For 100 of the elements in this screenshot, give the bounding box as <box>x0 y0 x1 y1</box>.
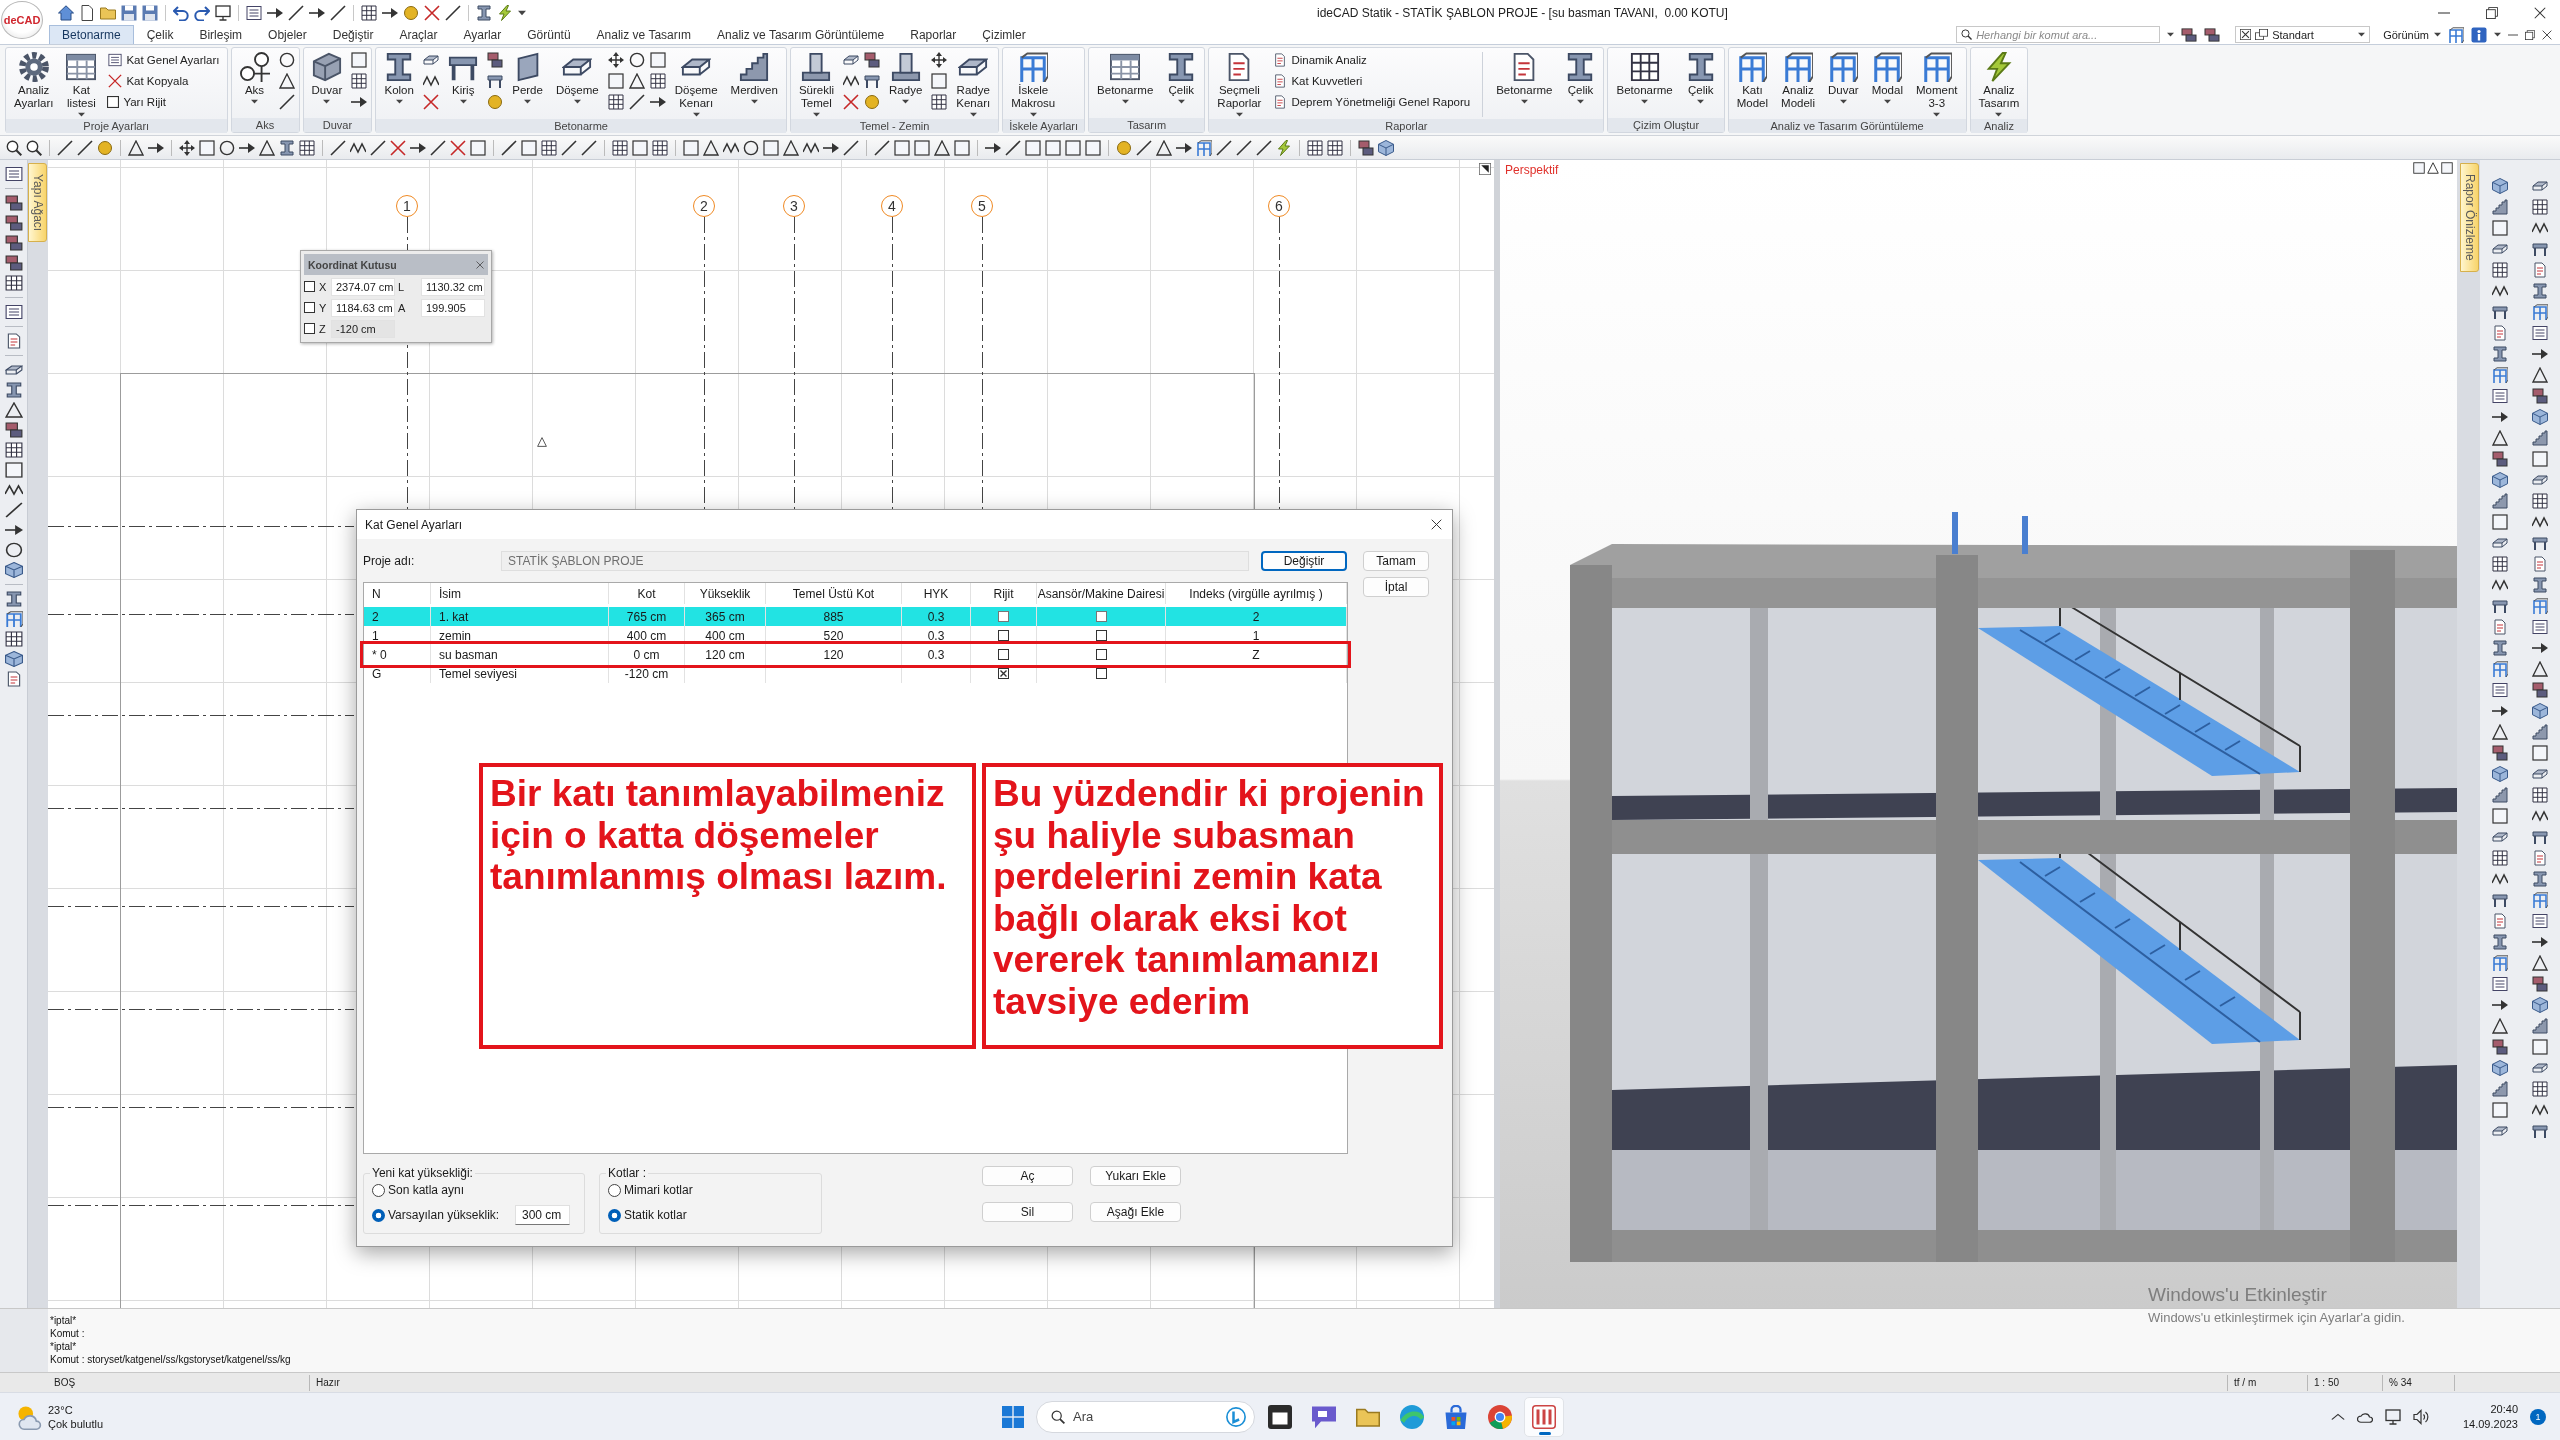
i-beam-icon[interactable] <box>4 591 23 607</box>
cube-icon[interactable] <box>1378 139 1394 156</box>
i-beam-icon[interactable] <box>2492 934 2508 950</box>
triangle-icon[interactable] <box>259 139 275 156</box>
cube-icon[interactable] <box>2492 178 2508 194</box>
beam-icon[interactable] <box>2532 829 2548 845</box>
side-tab[interactable]: Yapı Ağacı <box>28 163 47 243</box>
slab-icon[interactable] <box>4 362 23 378</box>
stacked-boxes-icon[interactable] <box>2204 27 2221 42</box>
grid-icon[interactable] <box>351 73 368 89</box>
grid-icon[interactable] <box>2492 262 2508 278</box>
list-icon[interactable] <box>4 304 23 320</box>
diagonal-line-icon[interactable] <box>330 4 346 21</box>
zigzag-icon[interactable] <box>2532 808 2548 824</box>
slab-icon[interactable] <box>843 52 860 68</box>
cube-icon[interactable] <box>2532 703 2548 719</box>
grid-icon[interactable] <box>4 275 23 291</box>
stacked-boxes-icon[interactable] <box>4 255 23 271</box>
house-icon[interactable] <box>58 4 74 21</box>
ribbon-button[interactable]: Radye <box>885 50 927 106</box>
ribbon-button[interactable]: Betonarme <box>1093 50 1158 106</box>
caret-icon[interactable] <box>2494 32 2501 37</box>
stairs-icon[interactable] <box>2492 199 2508 215</box>
document-icon[interactable] <box>2532 850 2548 866</box>
diagonal-line-icon[interactable] <box>874 139 890 156</box>
coordinate-field[interactable]: 2374.07 cm <box>331 277 395 296</box>
cross-icon[interactable] <box>424 4 440 21</box>
document-icon[interactable] <box>2492 913 2508 929</box>
monitor-icon[interactable] <box>2384 1408 2401 1425</box>
diagonal-line-icon[interactable] <box>288 4 304 21</box>
grid-icon[interactable] <box>2532 1081 2548 1097</box>
checkbox[interactable] <box>998 668 1009 679</box>
ribbon-button[interactable]: Katı Model <box>1732 50 1773 112</box>
close-icon[interactable] <box>1431 519 1442 530</box>
ribbon-button[interactable]: Duvar <box>307 50 347 106</box>
checkbox[interactable] <box>1095 611 1107 622</box>
magnifier-icon[interactable] <box>26 139 42 156</box>
square-icon[interactable] <box>954 139 970 156</box>
radio-button[interactable] <box>372 1208 385 1222</box>
coordinate-field[interactable]: 1130.32 cm <box>421 277 485 296</box>
stairs-icon[interactable] <box>2492 787 2508 803</box>
document-icon[interactable] <box>2532 556 2548 572</box>
stacked-boxes-icon[interactable] <box>4 195 23 211</box>
beam-icon[interactable] <box>2532 535 2548 551</box>
lightning-icon[interactable] <box>497 4 513 21</box>
circle-icon[interactable] <box>743 139 759 156</box>
circle-icon[interactable] <box>4 542 23 558</box>
frame-icon[interactable] <box>1196 139 1212 156</box>
option-label[interactable]: Varsayılan yükseklik: <box>388 1208 500 1222</box>
triangle-icon[interactable] <box>2532 955 2548 971</box>
i-beam-icon[interactable] <box>476 4 492 21</box>
height-field[interactable]: 300 cm <box>515 1205 570 1225</box>
checkbox[interactable] <box>304 281 315 292</box>
i-beam-icon[interactable] <box>2492 346 2508 362</box>
move-arrows-icon[interactable] <box>179 139 195 156</box>
undo-icon[interactable] <box>173 4 189 21</box>
diagonal-line-icon[interactable] <box>1005 139 1021 156</box>
ribbon-button[interactable]: Analiz Ayarları <box>10 50 58 112</box>
ribbon-button[interactable]: Döşeme Kenarı <box>670 50 722 119</box>
info-icon[interactable] <box>2471 26 2487 43</box>
stairs-icon[interactable] <box>2492 1081 2508 1097</box>
square-icon[interactable] <box>607 73 624 89</box>
document-icon[interactable] <box>2532 262 2548 278</box>
frame-icon[interactable] <box>2492 367 2508 383</box>
ribbon-button[interactable]: Betonarme <box>1492 50 1557 106</box>
stairs-icon[interactable] <box>2492 493 2508 509</box>
zigzag-icon[interactable] <box>2492 871 2508 887</box>
option-label[interactable]: Son katla aynı <box>388 1183 465 1197</box>
square-icon[interactable] <box>2532 1039 2548 1055</box>
move-arrows-icon[interactable] <box>607 52 624 68</box>
slab-icon[interactable] <box>423 52 440 68</box>
arrow-icon[interactable] <box>2492 997 2508 1013</box>
frame-icon[interactable] <box>2492 955 2508 971</box>
radio-button[interactable] <box>372 1183 385 1197</box>
list-icon[interactable] <box>2492 388 2508 404</box>
grid-icon[interactable] <box>1327 139 1343 156</box>
square-icon[interactable] <box>1025 139 1041 156</box>
cube-icon[interactable] <box>4 562 23 578</box>
zigzag-icon[interactable] <box>4 482 23 498</box>
grid-icon[interactable] <box>2492 850 2508 866</box>
diagonal-line-icon[interactable] <box>581 139 597 156</box>
ribbon-button[interactable]: Kolon <box>380 50 419 106</box>
list-icon[interactable] <box>4 166 23 182</box>
diagonal-line-icon[interactable] <box>4 502 23 518</box>
cube-icon[interactable] <box>4 651 23 667</box>
arrow-icon[interactable] <box>351 94 368 110</box>
triangle-icon[interactable] <box>4 402 23 418</box>
ribbon-button[interactable]: İskele Makrosu <box>1007 50 1060 119</box>
arrow-icon[interactable] <box>4 522 23 538</box>
stacked-boxes-icon[interactable] <box>2181 27 2198 42</box>
circle-icon[interactable] <box>219 139 235 156</box>
redo-icon[interactable] <box>194 4 210 21</box>
triangle-icon[interactable] <box>628 73 645 89</box>
checkbox[interactable] <box>107 96 120 108</box>
notification-badge[interactable]: 1 <box>2530 1408 2546 1425</box>
diagonal-line-icon[interactable] <box>57 139 73 156</box>
diagonal-line-icon[interactable] <box>278 94 295 110</box>
view-menu[interactable]: Görünüm <box>2383 28 2441 41</box>
zigzag-icon[interactable] <box>2532 514 2548 530</box>
diagonal-line-icon[interactable] <box>77 139 93 156</box>
